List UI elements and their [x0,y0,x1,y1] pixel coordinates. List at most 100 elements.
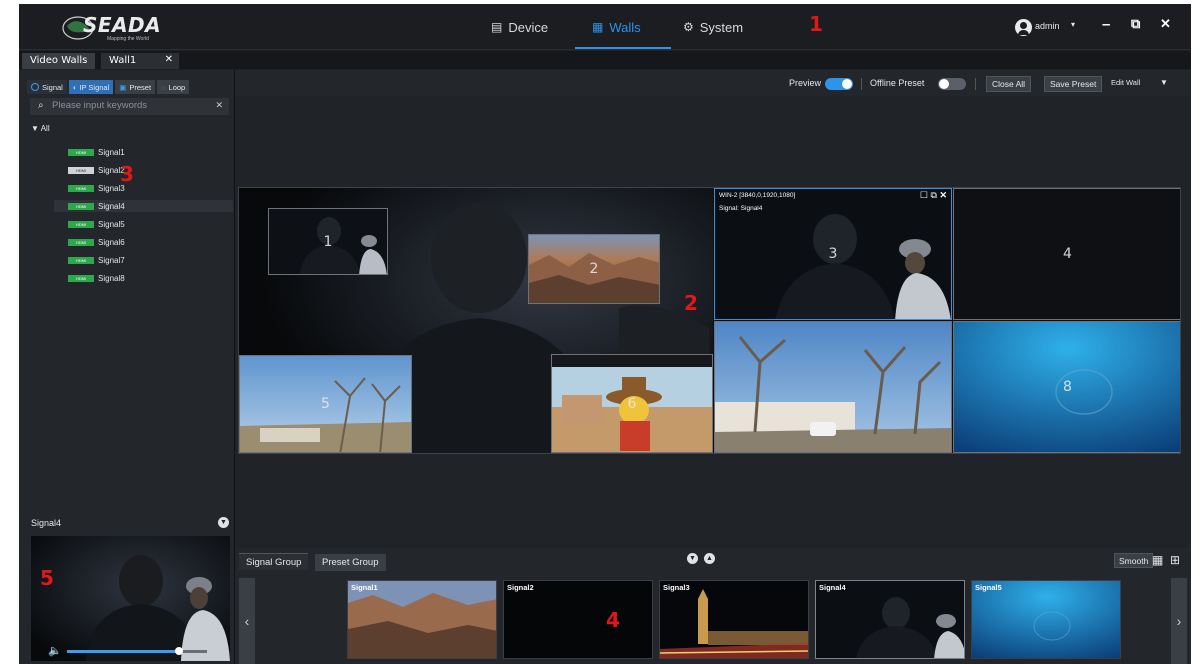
tab-video-walls[interactable]: Video Walls [22,53,96,69]
collapse-up-icon[interactable]: ▲ [704,553,715,564]
user-name[interactable]: admin [1035,21,1060,31]
nav-device[interactable]: ▤ Device [491,4,548,50]
preview-frame [31,536,230,661]
grid-2x2-icon[interactable]: ▦ [1152,553,1163,567]
tab-signal-group[interactable]: Signal Group [239,553,309,570]
preview-toggle[interactable] [825,78,853,90]
divider [975,78,976,90]
tab-close-icon[interactable]: ✕ [165,54,173,65]
divider [861,78,862,90]
restore-icon[interactable]: ⧉ [931,190,937,200]
save-preset-button[interactable]: Save Preset [1044,76,1103,92]
minimize-icon[interactable]: – [1102,16,1110,33]
grid-3x3-icon[interactable]: ⊞ [1170,553,1180,567]
signal-item-7[interactable]: HDMI Signal7 [68,254,234,266]
volume-knob[interactable] [175,647,183,655]
hdmi-badge: HDMI [68,166,94,174]
tab-wall1-label: Wall1 [109,55,137,66]
offline-preset-toggle[interactable] [938,78,966,90]
wall-window-5[interactable]: 5 [239,355,412,453]
wall-window-7[interactable] [714,321,952,453]
hdmi-badge: HDMI [68,238,94,246]
tab-loop[interactable]: ◌ Loop [157,80,190,94]
scroll-right-button[interactable]: › [1171,578,1187,664]
signal-item-1[interactable]: HDMI Signal1 [68,146,234,158]
close-all-button[interactable]: Close All [986,76,1032,92]
thumb-frame [816,581,964,658]
brand-tagline: Mapping the World [107,36,149,42]
tab-preset[interactable]: ▣ Preset [115,80,156,94]
signal-item-6[interactable]: HDMI Signal6 [68,236,234,248]
preview-label: Preview [789,78,822,88]
window-number: 6 [627,395,637,412]
nav-device-label: Device [508,19,549,35]
wall-window-8[interactable]: 8 [953,321,1180,453]
thumb-label: Signal4 [819,583,846,592]
nav-walls[interactable]: ▦ Walls [592,4,641,50]
signal-item-4[interactable]: HDMI Signal4 [54,200,233,212]
volume-icon[interactable]: 🔈 [48,644,62,657]
thumb-frame [348,581,496,658]
thumb-signal-2[interactable]: Signal2 [503,580,653,659]
tab-wall1[interactable]: Wall1 ✕ [101,53,179,69]
wall-window-3[interactable]: WIN-2 [3840,0,1920,1080] Signal: Signal4… [714,188,952,320]
wall-window-2[interactable]: 2 [528,234,660,304]
close-icon[interactable]: ✕ [939,190,947,200]
preview-title: Signal4 [31,518,62,528]
collapse-down-icon[interactable]: ▼ [687,553,698,564]
edit-wall-dropdown-icon[interactable]: ▼ [1160,78,1168,87]
signal-item-3[interactable]: HDMI Signal3 [68,182,234,194]
signal-panel: Signal ◐ IP Signal ▣ Preset ◌ Loop ⌕ Please… [19,70,235,664]
nav-system[interactable]: ⚙ System [683,4,743,50]
wall-window-4[interactable]: 4 [953,188,1180,320]
signal-item-2[interactable]: HDMI Signal2 [68,164,234,176]
tab-preset-group[interactable]: Preset Group [315,554,386,571]
brand-logo: SEADA Mapping the World [61,11,171,43]
smooth-button[interactable]: Smooth [1114,553,1154,568]
callout-2: 2 [684,291,698,315]
wall-window-6[interactable]: 6 [551,354,713,453]
tab-video-walls-label: Video Walls [30,55,88,66]
user-dropdown-icon[interactable]: ▾ [1071,20,1075,29]
hdmi-badge: HDMI [68,274,94,282]
volume-slider[interactable] [67,647,207,655]
tab-signal[interactable]: Signal [27,80,67,94]
clear-search-icon[interactable]: ✕ [215,100,223,111]
top-bar: SEADA Mapping the World ▤ Device ▦ Walls… [19,4,1191,50]
thumb-signal-3[interactable]: Signal3 [659,580,809,659]
close-window-icon[interactable]: ✕ [1160,16,1171,32]
window-number: 4 [1063,246,1072,262]
list-icon: ▤ [491,20,503,34]
source-tabs: Signal ◐ IP Signal ▣ Preset ◌ Loop [27,80,191,94]
edit-wall-menu[interactable]: Edit Wall [1111,78,1140,87]
avatar-icon[interactable] [1015,19,1032,36]
wall-window-1[interactable]: 1 [268,208,388,275]
thumb-signal-1[interactable]: Signal1 [347,580,497,659]
maximize-icon[interactable]: ☐ [920,190,928,200]
thumb-signal-5[interactable]: Signal5 [971,580,1121,659]
search-input[interactable]: ⌕ Please input keywords ✕ [30,98,229,115]
tree-root[interactable]: ▼ All [31,124,50,133]
nav-active-underline [575,47,671,49]
callout-3: 3 [120,162,134,186]
thumb-signal-4[interactable]: Signal4 [815,580,965,659]
callout-4: 4 [606,608,620,632]
window-header: WIN-2 [3840,0,1920,1080] Signal: Signal4 [715,189,951,215]
signal-label: Signal8 [98,273,125,283]
tab-preset-label: Preset [129,82,152,92]
signal-item-5[interactable]: HDMI Signal5 [68,218,234,230]
tab-loop-label: Loop [168,82,186,92]
callout-5: 5 [40,566,54,590]
callout-1: 1 [809,12,823,36]
toggle-knob [939,79,949,89]
volume-fill [67,650,179,653]
scroll-left-button[interactable]: ‹ [239,578,255,664]
signal-item-8[interactable]: HDMI Signal8 [68,272,234,284]
collapse-preview-icon[interactable]: ▼ [218,517,229,528]
window-signal-text: Signal: Signal4 [719,205,763,212]
nav-system-label: System [699,19,744,35]
window-number: 8 [1063,379,1072,395]
tab-ip-signal[interactable]: ◐ IP Signal [68,80,114,94]
hdmi-badge: HDMI [68,256,94,264]
restore-icon[interactable]: ⧉ [1131,16,1140,32]
